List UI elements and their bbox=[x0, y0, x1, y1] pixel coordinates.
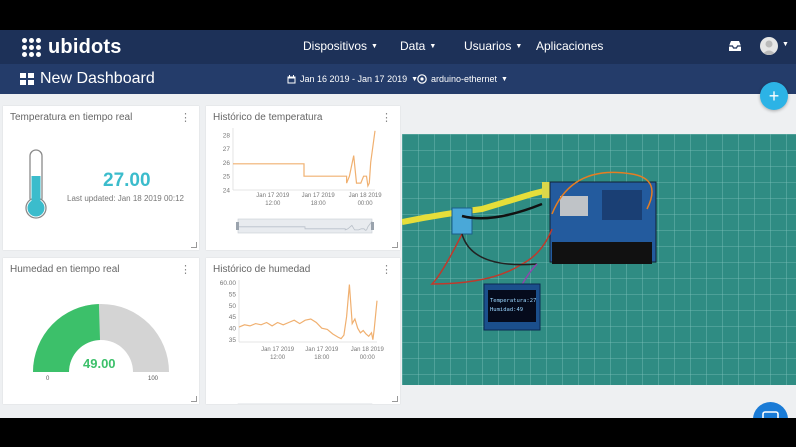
hardware-photo: Temperatura:27 Humidad:49 bbox=[402, 134, 796, 385]
oled-line-2: Humidad:49 bbox=[490, 307, 523, 313]
widget-title: Temperatura en tiempo real bbox=[10, 112, 133, 123]
date-range-picker[interactable]: Jan 16 2019 - Jan 17 2019 ▼ bbox=[287, 74, 418, 84]
x-tick-time: 00:00 bbox=[358, 201, 374, 207]
series-line bbox=[238, 284, 378, 340]
device-icon bbox=[417, 74, 427, 84]
avatar-icon[interactable] bbox=[760, 37, 778, 55]
y-tick-label: 45 bbox=[229, 314, 237, 321]
resize-handle[interactable] bbox=[191, 396, 197, 402]
temperature-value: 27.00 bbox=[103, 170, 151, 191]
temperature-chart[interactable]: 28 27 26 25 24 Jan 17 2019 12:00 Jan 17 2019 18:… bbox=[206, 106, 400, 250]
y-tick-label: 24 bbox=[223, 188, 231, 195]
x-tick-date: Jan 17 2019 bbox=[256, 193, 290, 199]
resize-handle[interactable] bbox=[191, 242, 197, 248]
y-tick-label: 25 bbox=[223, 174, 231, 181]
x-tick-date: Jan 18 2019 bbox=[351, 347, 385, 353]
caret-down-icon: ▼ bbox=[429, 43, 437, 50]
x-tick-date: Jan 17 2019 bbox=[261, 347, 295, 353]
x-tick-time: 18:00 bbox=[314, 355, 330, 361]
ubidots-logo[interactable]: ubidots bbox=[22, 35, 122, 59]
nav-usuarios-label: Usuarios bbox=[464, 39, 512, 53]
app-frame: ubidots Dispositivos ▼ Data ▼ Usuarios ▼ Ap… bbox=[0, 30, 796, 418]
nav-aplicaciones[interactable]: Aplicaciones bbox=[536, 39, 603, 53]
brand-name: ubidots bbox=[48, 35, 122, 58]
y-tick-label: 60.00 bbox=[220, 280, 237, 287]
plus-icon: + bbox=[768, 86, 780, 106]
device-selector[interactable]: arduino-ethernet ▼ bbox=[417, 74, 508, 84]
top-navbar: ubidots Dispositivos ▼ Data ▼ Usuarios ▼ Ap… bbox=[0, 30, 796, 64]
x-tick-date: Jan 17 2019 bbox=[302, 193, 336, 199]
y-tick-label: 27 bbox=[223, 146, 231, 153]
widget-temp-realtime[interactable]: Temperatura en tiempo real ⋮ 27.00 Last … bbox=[3, 106, 199, 250]
caret-down-icon: ▼ bbox=[371, 43, 378, 50]
nav-data-label: Data bbox=[400, 39, 426, 53]
dashboard-bar: New Dashboard Jan 16 2019 - Jan 17 2019 ▼… bbox=[0, 64, 796, 94]
x-tick-time: 12:00 bbox=[265, 201, 281, 207]
kebab-icon[interactable]: ⋮ bbox=[180, 263, 191, 276]
humidity-chart[interactable]: 60.00 55 50 45 40 35 Jan 17 2019 12:00 Jan 17 20… bbox=[206, 258, 400, 404]
nav-aplicaciones-label: Aplicaciones bbox=[536, 39, 604, 53]
caret-down-icon: ▼ bbox=[515, 43, 523, 50]
humidity-value: 49.00 bbox=[83, 356, 116, 371]
nav-dispositivos[interactable]: Dispositivos ▼ bbox=[303, 39, 378, 53]
x-tick-time: 00:00 bbox=[360, 355, 376, 361]
y-tick-label: 28 bbox=[223, 132, 231, 139]
resize-handle[interactable] bbox=[392, 396, 398, 402]
navigator-right-handle[interactable] bbox=[371, 222, 374, 230]
widget-hum-history[interactable]: Histórico de humedad ⋮ 60.00 55 50 45 40 35 Ja… bbox=[206, 258, 400, 404]
date-range-label: Jan 16 2019 - Jan 17 2019 bbox=[300, 74, 408, 84]
calendar-icon bbox=[287, 74, 296, 83]
thermometer-icon bbox=[25, 149, 47, 219]
series-line bbox=[233, 130, 376, 188]
y-tick-label: 35 bbox=[229, 337, 237, 344]
caret-down-icon[interactable]: ▼ bbox=[782, 41, 789, 48]
caret-down-icon: ▼ bbox=[501, 75, 508, 83]
nav-dispositivos-label: Dispositivos bbox=[303, 39, 368, 53]
widget-temp-history[interactable]: Histórico de temperatura ⋮ 28 27 26 25 24 Jan… bbox=[206, 106, 400, 250]
dashboard-title[interactable]: New Dashboard bbox=[40, 70, 155, 88]
widget-title: Humedad en tiempo real bbox=[10, 264, 120, 275]
chat-launcher-button[interactable] bbox=[753, 402, 788, 418]
logo-dots-icon bbox=[22, 37, 41, 57]
chat-icon bbox=[762, 411, 779, 418]
kebab-icon[interactable]: ⋮ bbox=[180, 111, 191, 124]
x-tick-date: Jan 18 2019 bbox=[349, 193, 383, 199]
last-updated-text: Last updated: Jan 18 2019 00:12 bbox=[67, 194, 184, 203]
dashboard-grid-icon[interactable] bbox=[20, 73, 34, 85]
device-label: arduino-ethernet bbox=[431, 74, 498, 84]
add-widget-button[interactable]: + bbox=[760, 82, 788, 110]
widget-hum-realtime[interactable]: Humedad en tiempo real ⋮ 49.00 0 100 bbox=[3, 258, 199, 404]
tray-icon[interactable] bbox=[728, 40, 742, 52]
x-tick-time: 12:00 bbox=[270, 355, 286, 361]
nav-usuarios[interactable]: Usuarios ▼ bbox=[464, 39, 522, 53]
gauge-min-label: 0 bbox=[46, 376, 50, 382]
y-tick-label: 40 bbox=[229, 326, 237, 333]
y-tick-label: 26 bbox=[223, 160, 231, 167]
x-tick-time: 18:00 bbox=[311, 201, 327, 207]
oled-line-1: Temperatura:27 bbox=[490, 298, 536, 304]
resize-handle[interactable] bbox=[392, 242, 398, 248]
navigator-left-handle[interactable] bbox=[236, 222, 239, 230]
y-tick-label: 50 bbox=[229, 303, 237, 310]
gauge-max-label: 100 bbox=[148, 376, 159, 382]
nav-data[interactable]: Data ▼ bbox=[400, 39, 436, 53]
x-tick-date: Jan 17 2019 bbox=[305, 347, 339, 353]
y-tick-label: 55 bbox=[229, 291, 237, 298]
